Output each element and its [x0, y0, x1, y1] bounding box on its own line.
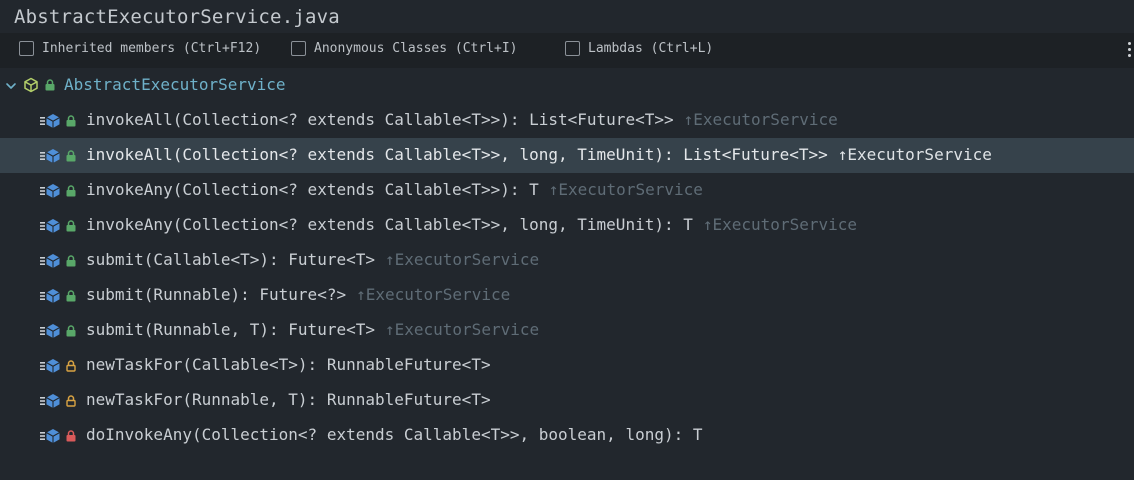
anonymous-classes-option[interactable]: Anonymous Classes (Ctrl+I) — [291, 41, 518, 56]
method-icon — [40, 184, 60, 198]
signature-text: newTaskFor(Runnable, T): RunnableFuture<… — [86, 390, 491, 409]
signature-text: invokeAll(Collection<? extends Callable<… — [86, 145, 828, 164]
member-signature: newTaskFor(Runnable, T): RunnableFuture<… — [86, 390, 491, 409]
inherited-members-label: Inherited members (Ctrl+F12) — [42, 41, 262, 56]
lock-icon — [66, 430, 76, 442]
member-row[interactable]: invokeAll(Collection<? extends Callable<… — [0, 138, 1134, 173]
signature-text: invokeAny(Collection<? extends Callable<… — [86, 215, 693, 234]
lock-icon — [66, 220, 76, 232]
anonymous-classes-checkbox[interactable] — [291, 41, 306, 56]
structure-tree: AbstractExecutorService invokeAll(Collec… — [0, 68, 1134, 453]
class-icon — [24, 77, 38, 93]
member-signature: invokeAny(Collection<? extends Callable<… — [86, 180, 703, 199]
more-options-icon[interactable] — [1128, 42, 1132, 57]
member-row[interactable]: doInvokeAny(Collection<? extends Callabl… — [0, 418, 1134, 453]
member-row[interactable]: newTaskFor(Callable<T>): RunnableFuture<… — [0, 348, 1134, 383]
lock-icon — [45, 79, 55, 91]
method-icon — [40, 359, 60, 373]
lock-icon — [66, 395, 76, 407]
member-row[interactable]: newTaskFor(Runnable, T): RunnableFuture<… — [0, 383, 1134, 418]
method-icon — [40, 429, 60, 443]
signature-text: doInvokeAny(Collection<? extends Callabl… — [86, 425, 703, 444]
member-signature: invokeAll(Collection<? extends Callable<… — [86, 145, 992, 164]
lock-icon — [66, 360, 76, 372]
popup-title: AbstractExecutorService.java — [14, 5, 340, 28]
lock-icon — [66, 290, 76, 302]
lock-icon — [66, 115, 76, 127]
signature-text: submit(Runnable): Future<?> — [86, 285, 347, 304]
root-class-label: AbstractExecutorService — [64, 75, 286, 94]
member-row[interactable]: invokeAny(Collection<? extends Callable<… — [0, 208, 1134, 243]
member-signature: invokeAny(Collection<? extends Callable<… — [86, 215, 857, 234]
inherited-from-label: ↑ExecutorService — [548, 180, 703, 199]
member-signature: invokeAll(Collection<? extends Callable<… — [86, 110, 838, 129]
method-icon — [40, 219, 60, 233]
signature-text: submit(Callable<T>): Future<T> — [86, 250, 375, 269]
inherited-from-label: ↑ExecutorService — [356, 285, 511, 304]
signature-text: invokeAll(Collection<? extends Callable<… — [86, 110, 674, 129]
anonymous-classes-label: Anonymous Classes (Ctrl+I) — [314, 41, 518, 56]
lock-icon — [66, 150, 76, 162]
signature-text: invokeAny(Collection<? extends Callable<… — [86, 180, 539, 199]
inherited-members-option[interactable]: Inherited members (Ctrl+F12) — [19, 41, 261, 56]
member-row[interactable]: submit(Runnable, T): Future<T> ↑ExecutorS… — [0, 313, 1134, 348]
member-signature: submit(Runnable, T): Future<T> ↑ExecutorS… — [86, 320, 539, 339]
lock-icon — [66, 185, 76, 197]
member-row[interactable]: invokeAll(Collection<? extends Callable<… — [0, 103, 1134, 138]
inherited-from-label: ↑ExecutorService — [837, 145, 992, 164]
signature-text: submit(Runnable, T): Future<T> — [86, 320, 375, 339]
lambdas-label: Lambdas (Ctrl+L) — [588, 41, 714, 56]
signature-text: newTaskFor(Callable<T>): RunnableFuture<… — [86, 355, 491, 374]
method-icon — [40, 149, 60, 163]
member-signature: newTaskFor(Callable<T>): RunnableFuture<… — [86, 355, 491, 374]
file-structure-popup: AbstractExecutorService.java Inherited m… — [0, 0, 1134, 480]
member-list: invokeAll(Collection<? extends Callable<… — [0, 103, 1134, 453]
method-icon — [40, 114, 60, 128]
member-row[interactable]: invokeAny(Collection<? extends Callable<… — [0, 173, 1134, 208]
member-signature: doInvokeAny(Collection<? extends Callabl… — [86, 425, 703, 444]
inherited-from-label: ↑ExecutorService — [384, 250, 540, 269]
inherited-from-label: ↑ExecutorService — [683, 110, 838, 129]
member-signature: submit(Callable<T>): Future<T> ↑ExecutorS… — [86, 250, 539, 269]
member-row[interactable]: submit(Callable<T>): Future<T> ↑ExecutorS… — [0, 243, 1134, 278]
inherited-members-checkbox[interactable] — [19, 41, 34, 56]
lambdas-option[interactable]: Lambdas (Ctrl+L) — [565, 41, 713, 56]
lock-icon — [66, 255, 76, 267]
inherited-from-label: ↑ExecutorService — [702, 215, 857, 234]
method-icon — [40, 394, 60, 408]
lambdas-checkbox[interactable] — [565, 41, 580, 56]
member-signature: submit(Runnable): Future<?> ↑ExecutorServ… — [86, 285, 510, 304]
lock-icon — [66, 325, 76, 337]
tree-root-row[interactable]: AbstractExecutorService — [0, 68, 1134, 103]
method-icon — [40, 324, 60, 338]
method-icon — [40, 254, 60, 268]
options-bar: Inherited members (Ctrl+F12) Anonymous C… — [0, 33, 1134, 68]
method-icon — [40, 289, 60, 303]
inherited-from-label: ↑ExecutorService — [384, 320, 540, 339]
member-row[interactable]: submit(Runnable): Future<?> ↑ExecutorServ… — [0, 278, 1134, 313]
title-bar: AbstractExecutorService.java — [0, 0, 1134, 33]
chevron-down-icon[interactable] — [5, 80, 17, 92]
